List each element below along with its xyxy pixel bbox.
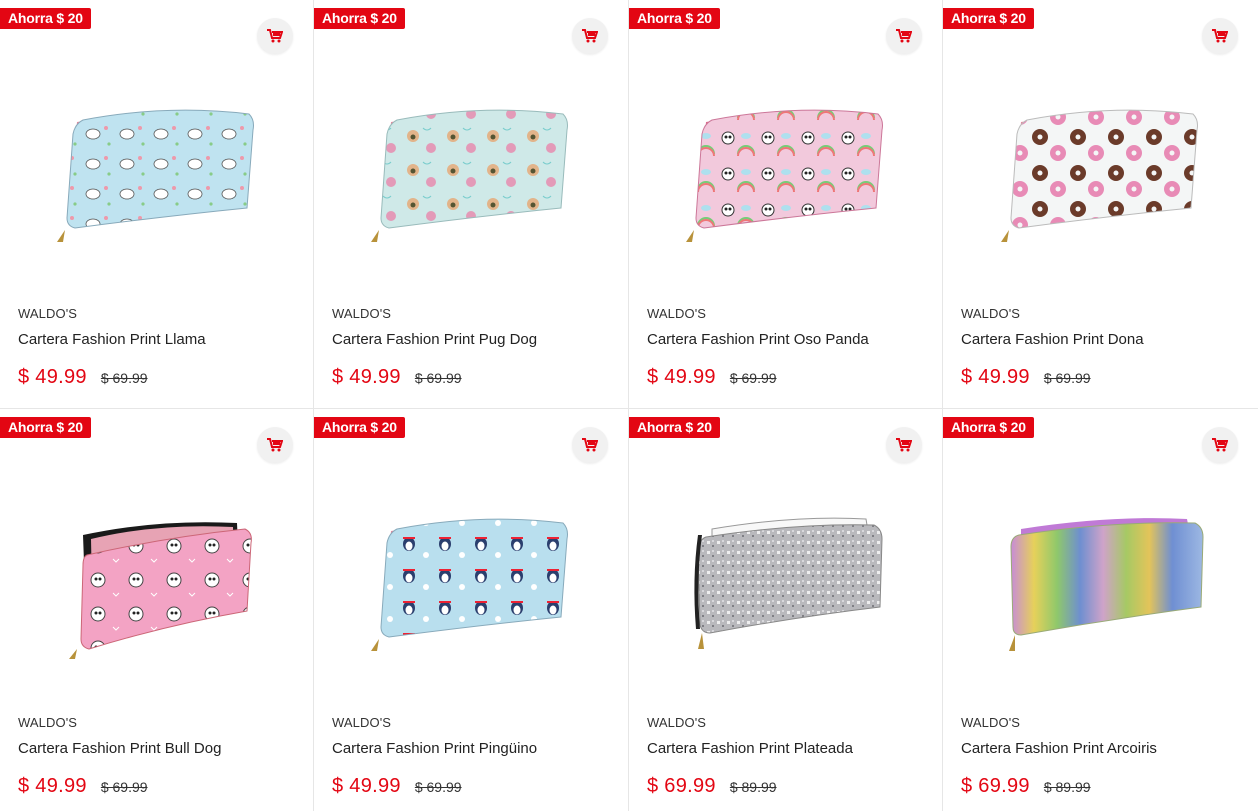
add-to-cart-icon	[582, 29, 598, 43]
add-to-cart-button[interactable]	[257, 427, 293, 463]
price-row: $ 49.99 $ 69.99	[332, 775, 462, 798]
product-brand: WALDO'S	[647, 715, 707, 730]
add-to-cart-icon	[582, 438, 598, 452]
price-row: $ 49.99 $ 69.99	[332, 366, 462, 389]
product-name[interactable]: Cartera Fashion Print Dona	[961, 331, 1144, 348]
old-price: $ 69.99	[414, 370, 462, 386]
product-price: $ 49.99	[332, 775, 401, 797]
price-row: $ 49.99 $ 69.99	[18, 366, 148, 389]
add-to-cart-icon	[896, 29, 912, 43]
price-row: $ 49.99 $ 69.99	[18, 775, 148, 798]
add-to-cart-icon	[267, 29, 283, 43]
rainbow-glitter-wallet-image	[1008, 518, 1204, 651]
product-price: $ 69.99	[647, 775, 716, 797]
product-image[interactable]	[629, 70, 942, 270]
product-card[interactable]: Ahorra $ 20 WALDO'S Cartera Fashion Prin…	[0, 409, 314, 811]
product-price: $ 69.99	[961, 775, 1030, 797]
product-name[interactable]: Cartera Fashion Print Llama	[18, 331, 206, 348]
product-price: $ 49.99	[961, 366, 1030, 388]
price-row: $ 69.99 $ 89.99	[647, 775, 777, 798]
donut-wallet-image	[1000, 109, 1198, 242]
product-image[interactable]	[0, 479, 313, 679]
add-to-cart-button[interactable]	[572, 427, 608, 463]
price-row: $ 49.99 $ 69.99	[647, 366, 777, 389]
silver-glitter-wallet-image	[693, 517, 883, 649]
discount-badge: Ahorra $ 20	[943, 417, 1034, 438]
product-brand: WALDO'S	[961, 715, 1021, 730]
add-to-cart-button[interactable]	[572, 18, 608, 54]
add-to-cart-icon	[896, 438, 912, 452]
product-image[interactable]	[629, 479, 942, 679]
bulldog-wallet-image	[68, 522, 252, 659]
product-grid: Ahorra $ 20 WALDO'S Cartera Fashion Prin…	[0, 0, 1258, 811]
discount-badge: Ahorra $ 20	[314, 8, 405, 29]
llama-wallet-image	[56, 109, 254, 242]
product-card[interactable]: Ahorra $ 20 WALDO'S Cartera Fashion Prin…	[943, 409, 1258, 811]
add-to-cart-button[interactable]	[1202, 427, 1238, 463]
old-price: $ 89.99	[729, 779, 777, 795]
product-brand: WALDO'S	[332, 715, 392, 730]
add-to-cart-icon	[1212, 438, 1228, 452]
product-brand: WALDO'S	[18, 306, 78, 321]
product-price: $ 49.99	[18, 366, 87, 388]
discount-badge: Ahorra $ 20	[314, 417, 405, 438]
discount-badge: Ahorra $ 20	[0, 417, 91, 438]
old-price: $ 69.99	[100, 779, 148, 795]
product-price: $ 49.99	[647, 366, 716, 388]
product-name[interactable]: Cartera Fashion Print Plateada	[647, 740, 853, 757]
product-image[interactable]	[943, 70, 1258, 270]
old-price: $ 69.99	[1043, 370, 1091, 386]
add-to-cart-button[interactable]	[1202, 18, 1238, 54]
product-price: $ 49.99	[332, 366, 401, 388]
product-card[interactable]: Ahorra $ 20 WALDO'S Cartera Fashion Prin…	[314, 0, 629, 409]
discount-badge: Ahorra $ 20	[629, 8, 720, 29]
product-card[interactable]: Ahorra $ 20 WALDO'S Cartera Fashion Prin…	[943, 0, 1258, 409]
product-name[interactable]: Cartera Fashion Print Arcoiris	[961, 740, 1157, 757]
product-card[interactable]: Ahorra $ 20 WALDO'S Cartera Fashion Prin…	[629, 0, 943, 409]
add-to-cart-icon	[267, 438, 283, 452]
product-brand: WALDO'S	[961, 306, 1021, 321]
product-card[interactable]: Ahorra $ 20 WALDO'S Cartera Fashion Prin…	[0, 0, 314, 409]
product-price: $ 49.99	[18, 775, 87, 797]
add-to-cart-button[interactable]	[886, 427, 922, 463]
penguin-wallet-image	[371, 518, 568, 651]
pug-wallet-image	[371, 109, 568, 242]
old-price: $ 69.99	[100, 370, 148, 386]
add-to-cart-button[interactable]	[886, 18, 922, 54]
discount-badge: Ahorra $ 20	[943, 8, 1034, 29]
product-image[interactable]	[943, 479, 1258, 679]
product-card[interactable]: Ahorra $ 20 WALDO'S Cartera Fashion Prin…	[629, 409, 943, 811]
product-brand: WALDO'S	[647, 306, 707, 321]
add-to-cart-button[interactable]	[257, 18, 293, 54]
add-to-cart-icon	[1212, 29, 1228, 43]
product-brand: WALDO'S	[18, 715, 78, 730]
product-image[interactable]	[0, 70, 313, 270]
price-row: $ 49.99 $ 69.99	[961, 366, 1091, 389]
old-price: $ 69.99	[729, 370, 777, 386]
product-name[interactable]: Cartera Fashion Print Pingüino	[332, 740, 537, 757]
old-price: $ 89.99	[1043, 779, 1091, 795]
panda-wallet-image	[685, 109, 883, 242]
product-name[interactable]: Cartera Fashion Print Pug Dog	[332, 331, 537, 348]
price-row: $ 69.99 $ 89.99	[961, 775, 1091, 798]
old-price: $ 69.99	[414, 779, 462, 795]
product-brand: WALDO'S	[332, 306, 392, 321]
product-card[interactable]: Ahorra $ 20 WALDO'S Cartera Fashion Prin…	[314, 409, 629, 811]
discount-badge: Ahorra $ 20	[0, 8, 91, 29]
product-name[interactable]: Cartera Fashion Print Bull Dog	[18, 740, 221, 757]
product-image[interactable]	[314, 479, 628, 679]
discount-badge: Ahorra $ 20	[629, 417, 720, 438]
product-image[interactable]	[314, 70, 628, 270]
product-name[interactable]: Cartera Fashion Print Oso Panda	[647, 331, 869, 348]
